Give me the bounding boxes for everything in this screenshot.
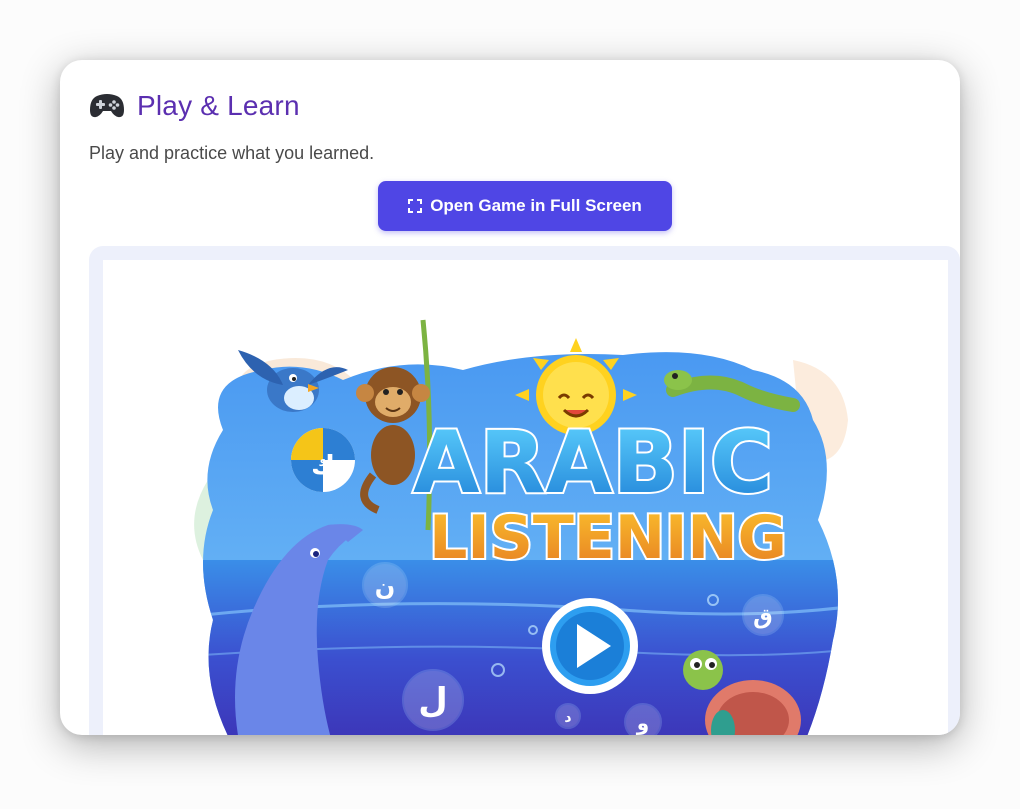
letter-bubble: و xyxy=(624,703,662,735)
letter-bubble: ن xyxy=(362,562,408,608)
letter-bubble: ل xyxy=(402,669,464,731)
page-title: Play & Learn xyxy=(137,90,300,121)
page-subtitle: Play and practice what you learned. xyxy=(89,143,375,163)
beach-ball-icon: ك xyxy=(291,428,355,492)
game-title-line2: LISTENING xyxy=(429,503,787,573)
open-fullscreen-button[interactable]: Open Game in Full Screen xyxy=(378,181,672,231)
expand-icon xyxy=(408,199,423,213)
open-fullscreen-label: Open Game in Full Screen xyxy=(430,196,642,215)
ball-letter: ك xyxy=(311,451,335,481)
bubble-letter: ن xyxy=(375,573,395,601)
letter-bubble: ق xyxy=(742,594,784,636)
game-splash-screen: ك ARABIC LISTENING ن ق ل د و xyxy=(194,319,848,735)
bubble-letter: د xyxy=(564,710,571,726)
game-frame-container: ك ARABIC LISTENING ن ق ل د و xyxy=(89,246,960,735)
gamepad-icon xyxy=(90,94,124,118)
game-title-line1: ARABIC xyxy=(413,413,773,513)
bubble-letter: ق xyxy=(753,605,773,630)
section-header: Play & Learn xyxy=(89,90,300,122)
play-learn-card: Play & Learn Play and practice what you … xyxy=(60,60,960,735)
letter-bubble: د xyxy=(555,703,581,729)
bubble-letter: ل xyxy=(418,681,448,721)
play-button[interactable] xyxy=(542,598,638,694)
game-iframe[interactable]: ك ARABIC LISTENING ن ق ل د و xyxy=(103,260,948,735)
bubble-letter: و xyxy=(636,711,649,735)
